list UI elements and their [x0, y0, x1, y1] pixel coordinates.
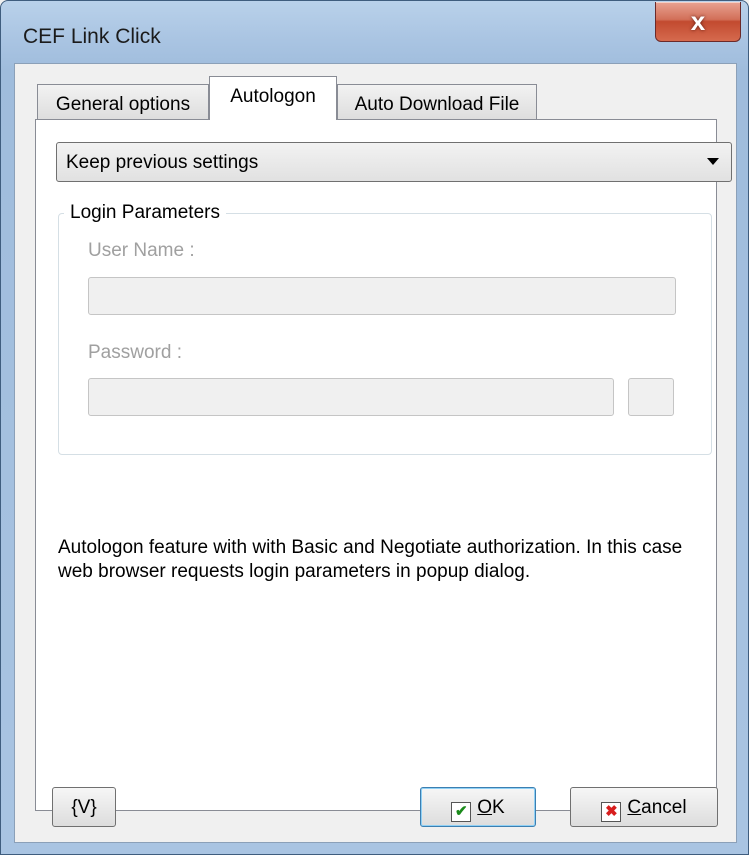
ok-button[interactable]: ✔ OK — [420, 787, 536, 827]
autologon-mode-dropdown[interactable]: Keep previous settings — [56, 142, 732, 182]
dropdown-arrow-icon — [707, 158, 719, 165]
ok-accelerator: O — [477, 797, 493, 818]
cancel-label: ancel — [641, 797, 687, 818]
cross-icon: ✖ — [601, 802, 622, 822]
ok-label: K — [492, 797, 505, 818]
tab-autologon[interactable]: Autologon — [209, 76, 337, 120]
cancel-button[interactable]: ✖ Cancel — [570, 787, 718, 827]
dialog-client-area: General options Autologon Auto Download … — [14, 63, 737, 843]
tab-label: General options — [55, 94, 191, 115]
autologon-tab-panel: Keep previous settings Login Parameters … — [35, 119, 732, 811]
tab-label: Autologon — [230, 86, 316, 107]
password-options-button[interactable] — [628, 378, 674, 416]
password-label: Password : — [88, 342, 182, 363]
user-name-input[interactable] — [88, 277, 676, 315]
cancel-accelerator: C — [627, 797, 642, 818]
user-name-label: User Name : — [88, 240, 195, 261]
close-button[interactable]: x — [655, 2, 741, 42]
tab-general-options[interactable]: General options — [37, 84, 209, 122]
tab-label: Auto Download File — [354, 94, 520, 115]
window-title: CEF Link Click — [23, 25, 161, 48]
dialog-window: CEF Link Click x General options Autolog… — [0, 0, 749, 855]
login-parameters-title: Login Parameters — [64, 202, 226, 224]
tab-auto-download-file[interactable]: Auto Download File — [337, 84, 537, 122]
close-icon: x — [690, 6, 706, 36]
autologon-description: Autologon feature with with Basic and Ne… — [58, 537, 683, 582]
variables-button[interactable]: {V} — [52, 787, 116, 827]
password-input[interactable] — [88, 378, 614, 416]
dropdown-value: Keep previous settings — [66, 152, 259, 173]
variables-label: {V} — [71, 797, 97, 818]
checkmark-icon: ✔ — [451, 802, 472, 822]
